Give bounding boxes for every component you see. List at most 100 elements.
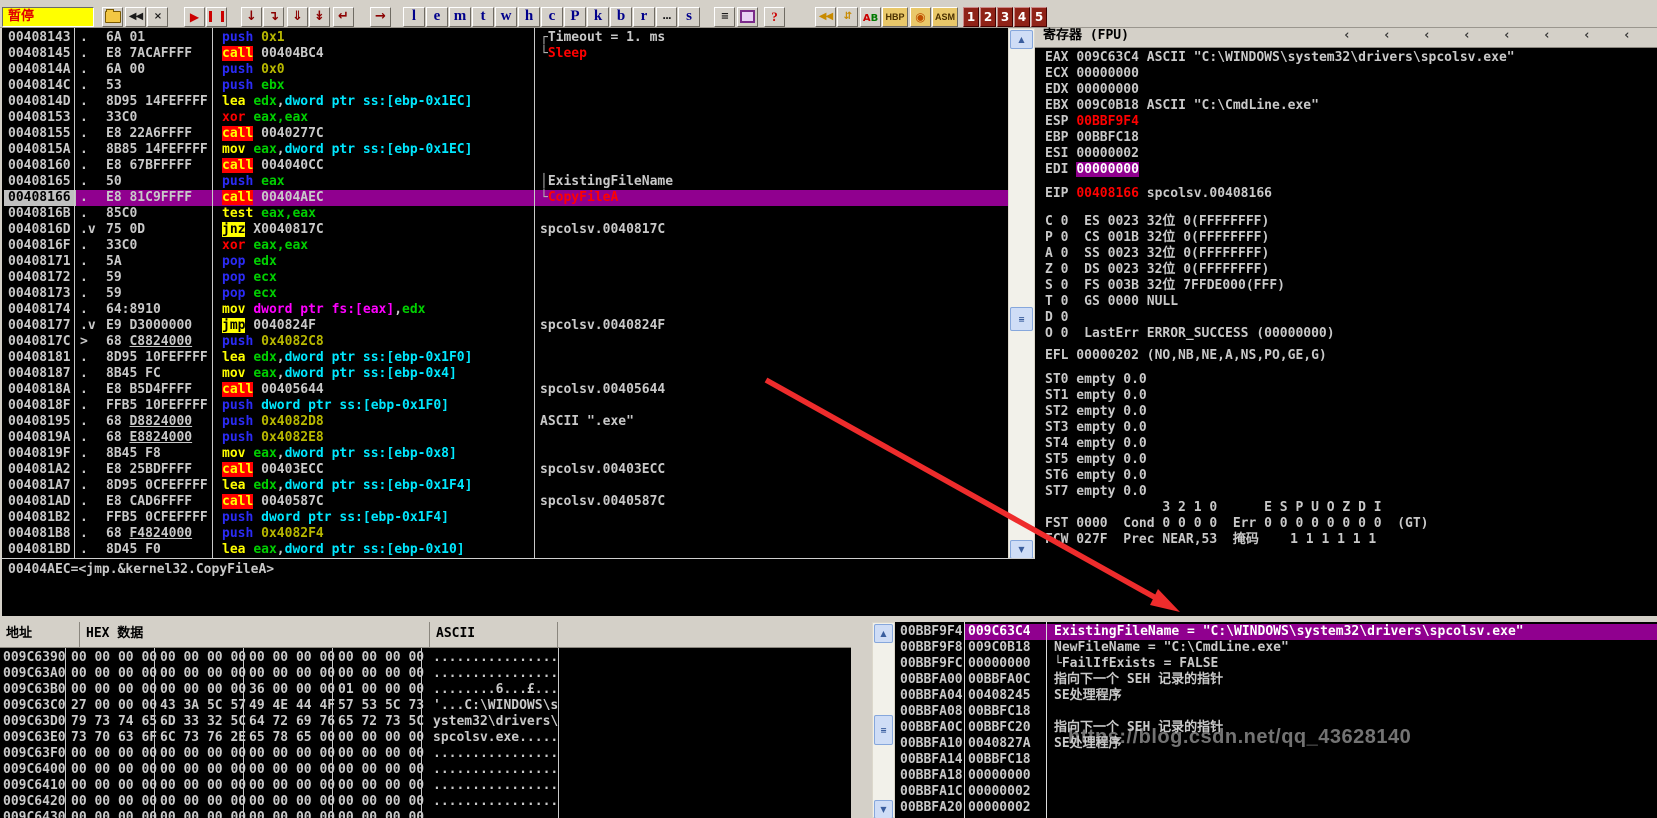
disasm-row[interactable]: 0040816B.85C0test eax,eax bbox=[4, 206, 1008, 222]
options-button[interactable] bbox=[737, 7, 758, 27]
flag-line[interactable]: A 0 SS 0023 32位 0(FFFFFFFF) bbox=[1045, 246, 1269, 262]
disasm-row[interactable]: 0040817C>68 C8824000push 0x4082C8 bbox=[4, 334, 1008, 350]
disasm-row[interactable]: 0040814A.6A 00push 0x0 bbox=[4, 62, 1008, 78]
register-row[interactable]: EAX 009C63C4 ASCII "C:\WINDOWS\system32\… bbox=[1045, 50, 1515, 66]
disasm-row[interactable]: 0040816F.33C0xor eax,eax bbox=[4, 238, 1008, 254]
hexdump-row[interactable]: 009C63B000 00 00 0000 00 00 0036 00 00 0… bbox=[0, 682, 851, 698]
stack-row[interactable]: 00BBFA1C00000002 bbox=[895, 784, 1657, 800]
hexdump-row[interactable]: 009C640000 00 00 0000 00 00 0000 00 00 0… bbox=[0, 762, 851, 778]
registers-header[interactable]: 寄存器 (FPU) ‹‹‹‹‹‹‹‹ bbox=[1035, 28, 1657, 48]
eflags-line[interactable]: EFL 00000202 (NO,NB,NE,A,NS,PO,GE,G) bbox=[1045, 348, 1327, 364]
hexdump-row[interactable]: 009C63D079 73 74 656D 33 32 5C64 72 69 7… bbox=[0, 714, 851, 730]
disasm-row[interactable]: 004081A2.E8 25BDFFFFcall 00403ECCspcolsv… bbox=[4, 462, 1008, 478]
flag-line[interactable]: O 0 LastErr ERROR_SUCCESS (00000000) bbox=[1045, 326, 1335, 342]
register-row[interactable]: EDX 00000000 bbox=[1045, 82, 1139, 98]
pause-button[interactable] bbox=[206, 7, 227, 27]
disasm-row[interactable]: 00408174.64:8910mov dword ptr fs:[eax],e… bbox=[4, 302, 1008, 318]
desktop-2-button[interactable]: 2 bbox=[980, 7, 996, 27]
step-over-button[interactable]: ↴ bbox=[263, 7, 284, 27]
disasm-row[interactable]: 004081BD.8D45 F0lea eax,dword ptr ss:[eb… bbox=[4, 542, 1008, 558]
execute-till-return-button[interactable]: ↵ bbox=[333, 7, 354, 27]
register-row[interactable]: EBP 00BBFC18 bbox=[1045, 130, 1139, 146]
register-row[interactable]: ESP 00BBF9F4 bbox=[1045, 114, 1139, 130]
stack-row[interactable]: 00BBF9F4009C63C4ExistingFileName = "C:\W… bbox=[895, 624, 1657, 640]
hexdump-row[interactable]: 009C641000 00 00 0000 00 00 0000 00 00 0… bbox=[0, 778, 851, 794]
call-stack-button[interactable]: k bbox=[587, 7, 609, 27]
chevron-left-icon[interactable]: ‹ bbox=[1623, 28, 1631, 44]
references-button[interactable]: r bbox=[633, 7, 655, 27]
fst-line[interactable]: FST 0000 Cond 0 0 0 0 Err 0 0 0 0 0 0 0 … bbox=[1045, 516, 1429, 532]
disasm-scrollbar[interactable]: ▲ ≡ ▼ bbox=[1008, 28, 1035, 558]
fpu-register-line[interactable]: ST6 empty 0.0 bbox=[1045, 468, 1147, 484]
stack-row[interactable]: 00BBFA0000BBFA0C指向下一个 SEH 记录的指针 bbox=[895, 672, 1657, 688]
breakpoints-button[interactable]: b bbox=[610, 7, 632, 27]
run-trace-button[interactable]: ... bbox=[656, 7, 677, 27]
cpu-window-button[interactable]: c bbox=[541, 7, 563, 27]
disasm-row[interactable]: 0040819A.68 E8824000push 0x4082E8 bbox=[4, 430, 1008, 446]
scroll-thumb[interactable]: ≡ bbox=[874, 715, 893, 745]
disasm-row[interactable]: 0040815A.8B85 14FEFFFFmov eax,dword ptr … bbox=[4, 142, 1008, 158]
scroll-thumb[interactable]: ≡ bbox=[1010, 307, 1033, 331]
disasm-row[interactable]: 0040814D.8D95 14FEFFFFlea edx,dword ptr … bbox=[4, 94, 1008, 110]
patches-button[interactable]: P bbox=[564, 7, 586, 27]
hexdump-row[interactable]: 009C63A000 00 00 0000 00 00 0000 00 00 0… bbox=[0, 666, 851, 682]
register-row[interactable]: EIP 00408166 spcolsv.00408166 bbox=[1045, 186, 1272, 202]
go-to-address-button[interactable]: → bbox=[370, 7, 391, 27]
close-program-button[interactable]: × bbox=[147, 7, 168, 27]
disasm-row[interactable]: 004081B2.FFB5 0CFEFFFFpush dword ptr ss:… bbox=[4, 510, 1008, 526]
fpu-register-line[interactable]: ST2 empty 0.0 bbox=[1045, 404, 1147, 420]
threads-button[interactable]: t bbox=[472, 7, 494, 27]
flag-line[interactable]: S 0 FS 003B 32位 7FFDE000(FFF) bbox=[1045, 278, 1285, 294]
disasm-row[interactable]: 00408153.33C0xor eax,eax bbox=[4, 110, 1008, 126]
chevron-left-icon[interactable]: ‹ bbox=[1463, 28, 1471, 44]
restart-button[interactable]: ◀◀ bbox=[125, 7, 146, 27]
fpu-register-line[interactable]: ST4 empty 0.0 bbox=[1045, 436, 1147, 452]
windows-button[interactable]: w bbox=[495, 7, 517, 27]
ascii-column-header[interactable]: ASCII bbox=[430, 622, 558, 648]
fpu-bits-header[interactable]: 3 2 1 0 E S P U O Z D I bbox=[1045, 500, 1382, 516]
hexdump-row[interactable]: 009C642000 00 00 0000 00 00 0000 00 00 0… bbox=[0, 794, 851, 810]
scroll-up-button[interactable]: ▲ bbox=[874, 624, 893, 643]
memory-map-button[interactable]: m bbox=[449, 7, 471, 27]
flag-line[interactable]: T 0 GS 0000 NULL bbox=[1045, 294, 1178, 310]
disasm-row[interactable]: 00408160.E8 67BFFFFFcall 004040CC bbox=[4, 158, 1008, 174]
step-into-button[interactable]: ↓ bbox=[241, 7, 262, 27]
disasm-row[interactable]: 00408195.68 D8824000push 0x4082D8ASCII "… bbox=[4, 414, 1008, 430]
help-button[interactable]: ? bbox=[764, 7, 785, 27]
chevron-left-icon[interactable]: ‹ bbox=[1423, 28, 1431, 44]
disasm-row[interactable]: 00408155.E8 22A6FFFFcall 0040277C bbox=[4, 126, 1008, 142]
flag-line[interactable]: D 0 bbox=[1045, 310, 1068, 326]
disasm-row[interactable]: 00408172.59pop ecx bbox=[4, 270, 1008, 286]
run-button[interactable]: ▶ bbox=[184, 7, 205, 27]
stack-row[interactable]: 00BBFA0800BBFC18 bbox=[895, 704, 1657, 720]
disasm-row[interactable]: 00408166.E8 81C9FFFFcall 00404AEC└CopyFi… bbox=[4, 190, 1008, 206]
disasm-row[interactable]: 00408187.8B45 FCmov eax,dword ptr ss:[eb… bbox=[4, 366, 1008, 382]
handles-button[interactable]: h bbox=[518, 7, 540, 27]
stack-row[interactable]: 00BBFA1400BBFC18 bbox=[895, 752, 1657, 768]
disasm-row[interactable]: 0040819F.8B45 F8mov eax,dword ptr ss:[eb… bbox=[4, 446, 1008, 462]
open-file-button[interactable] bbox=[102, 7, 123, 27]
disasm-row[interactable]: 004081B8.68 F4824000push 0x4082F4 bbox=[4, 526, 1008, 542]
chevron-left-icon[interactable]: ‹ bbox=[1383, 28, 1391, 44]
executables-button[interactable]: e bbox=[426, 7, 448, 27]
highlight-ab-button[interactable]: AB bbox=[860, 7, 881, 27]
stack-row[interactable]: 00BBFA0400408245SE处理程序 bbox=[895, 688, 1657, 704]
disasm-row[interactable]: 0040814C.53push ebx bbox=[4, 78, 1008, 94]
flag-line[interactable]: P 0 CS 001B 32位 0(FFFFFFFF) bbox=[1045, 230, 1269, 246]
disasm-row[interactable]: 00408145.E8 7ACAFFFFcall 00404BC4└Sleep bbox=[4, 46, 1008, 62]
chevron-left-icon[interactable]: ‹ bbox=[1543, 28, 1551, 44]
desktop-5-button[interactable]: 5 bbox=[1031, 7, 1047, 27]
disasm-row[interactable]: 00408181.8D95 10FEFFFFlea edx,dword ptr … bbox=[4, 350, 1008, 366]
trace-forward-button[interactable]: ⇵ bbox=[837, 7, 858, 27]
register-row[interactable]: ECX 00000000 bbox=[1045, 66, 1139, 82]
chevron-left-icon[interactable]: ‹ bbox=[1503, 28, 1511, 44]
hexdump-row[interactable]: 009C643000 00 00 0000 00 00 0000 00 00 0… bbox=[0, 810, 851, 818]
disasm-row[interactable]: 00408171.5Apop edx bbox=[4, 254, 1008, 270]
scroll-down-button[interactable]: ▼ bbox=[1010, 540, 1033, 559]
hexdump-row[interactable]: 009C63C027 00 00 0043 3A 5C 5749 4E 44 4… bbox=[0, 698, 851, 714]
fcw-line[interactable]: FCW 027F Prec NEAR,53 掩码 1 1 1 1 1 1 bbox=[1045, 532, 1376, 548]
fpu-register-line[interactable]: ST7 empty 0.0 bbox=[1045, 484, 1147, 500]
scroll-up-button[interactable]: ▲ bbox=[1010, 30, 1033, 49]
stack-scrollbar[interactable]: ▲ ≡ ▼ bbox=[872, 622, 895, 818]
disasm-row[interactable]: 0040816D.v75 0Djnz X0040817Cspcolsv.0040… bbox=[4, 222, 1008, 238]
